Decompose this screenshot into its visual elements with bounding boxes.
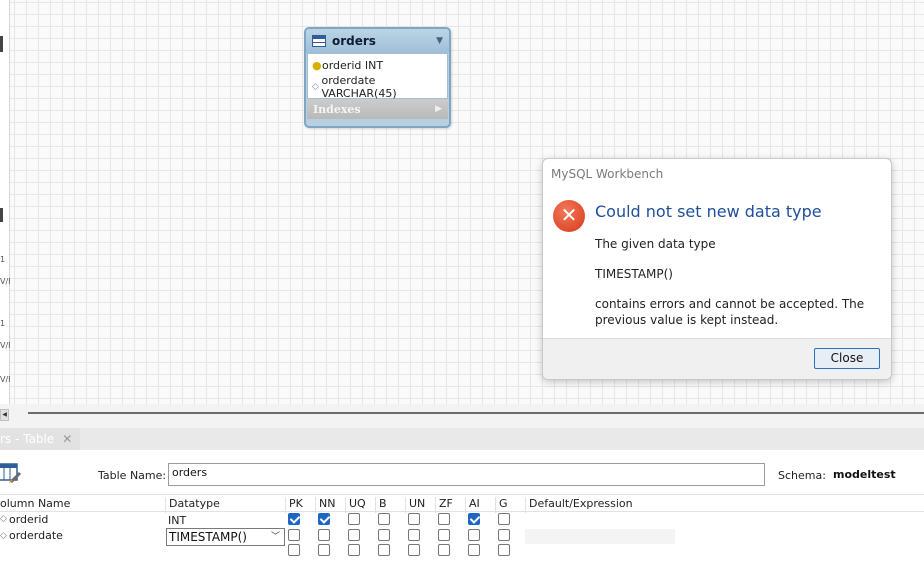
primary-key-icon: ● (312, 58, 322, 72)
g-checkbox[interactable] (498, 529, 510, 541)
dialog-message-line: TIMESTAMP() (595, 267, 673, 281)
er-table-title: orders (332, 34, 376, 48)
datatype-cell[interactable]: INT (168, 514, 186, 527)
er-indexes-section[interactable]: Indexes ▶ (307, 99, 448, 119)
header-column-name[interactable]: olumn Name (0, 497, 70, 513)
er-column-text: orderid INT (322, 58, 384, 72)
uq-checkbox[interactable] (348, 529, 360, 541)
g-checkbox[interactable] (498, 513, 510, 525)
dialog-message-line: contains errors and cannot be accepted. … (595, 297, 865, 327)
table-editor: Table Name: orders Schema: modeltest olu… (0, 450, 924, 567)
datatype-dropdown-value: TIMESTAMP() (169, 530, 247, 544)
nn-checkbox[interactable] (318, 513, 330, 525)
header-datatype[interactable]: Datatype (165, 497, 220, 513)
dialog-footer: Close (543, 338, 891, 379)
tab-label: rs - Table (0, 432, 55, 446)
toolbar-tick (0, 36, 3, 52)
dialog-message: The given data type TIMESTAMP() contains… (595, 236, 887, 342)
er-table-orders[interactable]: orders ▼ ● orderid INT ◇ orderdate VARCH… (304, 27, 451, 128)
table-row[interactable]: ◇ orderid INT (0, 512, 924, 528)
tab-orders-table[interactable]: rs - Table ✕ (0, 428, 80, 450)
ai-checkbox[interactable] (468, 513, 480, 525)
table-name-input[interactable]: orders (168, 463, 765, 486)
dialog-message-line: The given data type (595, 237, 716, 251)
dialog-window-title: MySQL Workbench (551, 167, 664, 181)
uq-checkbox[interactable] (348, 513, 360, 525)
nn-checkbox[interactable] (318, 544, 330, 556)
close-icon[interactable]: ✕ (62, 432, 72, 446)
header-b[interactable]: B (375, 497, 387, 513)
header-uq[interactable]: UQ (345, 497, 366, 513)
uq-checkbox[interactable] (348, 544, 360, 556)
zf-checkbox[interactable] (438, 529, 450, 541)
dialog-heading: Could not set new data type (595, 202, 822, 221)
schema-label: Schema: (778, 469, 826, 482)
pk-checkbox[interactable] (288, 544, 300, 556)
error-x-icon: ✕ (553, 200, 585, 232)
left-toolbar-strip: 1 V/F 1 V/F V/F (0, 0, 13, 408)
default-expression-cell[interactable] (525, 529, 675, 544)
toolbar-tick (0, 208, 3, 222)
schema-value: modeltest (833, 468, 896, 481)
error-dialog: MySQL Workbench ✕ Could not set new data… (542, 158, 892, 380)
pk-checkbox[interactable] (288, 529, 300, 541)
horizontal-scrollbar[interactable]: ◀ (0, 404, 924, 428)
table-icon (312, 35, 326, 47)
close-button[interactable]: Close (814, 348, 880, 369)
column-name-cell[interactable]: orderid (9, 513, 48, 526)
expand-arrow-icon[interactable]: ▶ (435, 104, 442, 114)
un-checkbox[interactable] (408, 529, 420, 541)
chevron-down-icon[interactable]: ﹀ (271, 529, 280, 545)
er-column-row[interactable]: ◇ orderdate VARCHAR(45) (308, 74, 447, 100)
g-checkbox[interactable] (498, 544, 510, 556)
er-column-row[interactable]: ● orderid INT (308, 54, 447, 76)
er-column-list: ● orderid INT ◇ orderdate VARCHAR(45) (307, 53, 448, 100)
scroll-left-icon[interactable]: ◀ (0, 409, 9, 421)
diamond-icon: ◇ (312, 82, 319, 92)
header-default[interactable]: Default/Expression (525, 497, 675, 513)
header-g[interactable]: G (495, 497, 508, 513)
header-pk[interactable]: PK (285, 497, 303, 513)
row-marker-icon: ◇ (0, 531, 7, 541)
editor-tab-bar: rs - Table ✕ (0, 428, 924, 450)
b-checkbox[interactable] (378, 513, 390, 525)
row-marker-icon: ◇ (0, 514, 7, 524)
un-checkbox[interactable] (408, 513, 420, 525)
table-edit-icon (0, 463, 22, 484)
un-checkbox[interactable] (408, 544, 420, 556)
table-row[interactable]: ◇ orderdate (0, 529, 924, 545)
er-column-text: orderdate VARCHAR(45) (321, 74, 397, 100)
ai-checkbox[interactable] (468, 529, 480, 541)
header-un[interactable]: UN (405, 497, 425, 513)
nn-checkbox[interactable] (318, 529, 330, 541)
indexes-label: Indexes (313, 102, 361, 116)
strip-label: 1 (0, 319, 6, 328)
header-ai[interactable]: AI (465, 497, 480, 513)
pk-checkbox[interactable] (288, 513, 300, 525)
ai-checkbox[interactable] (468, 544, 480, 556)
zf-checkbox[interactable] (438, 544, 450, 556)
zf-checkbox[interactable] (438, 513, 450, 525)
collapse-arrow-icon[interactable]: ▼ (436, 36, 443, 46)
header-zf[interactable]: ZF (435, 497, 453, 513)
b-checkbox[interactable] (378, 544, 390, 556)
b-checkbox[interactable] (378, 529, 390, 541)
er-table-header[interactable]: orders ▼ (306, 29, 449, 53)
table-name-label: Table Name: (98, 469, 167, 482)
scroll-track[interactable] (28, 412, 924, 414)
header-nn[interactable]: NN (315, 497, 335, 513)
columns-grid-header: olumn Name Datatype PK NN UQ B UN ZF AI … (0, 494, 924, 513)
table-row-empty[interactable] (0, 544, 924, 560)
strip-label: 1 (0, 255, 6, 264)
column-name-cell[interactable]: orderdate (9, 529, 63, 542)
